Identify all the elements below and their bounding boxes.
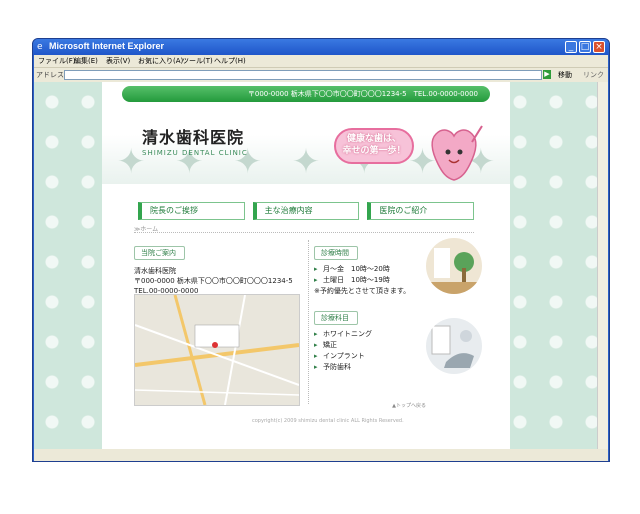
tooth-mascot-icon bbox=[431, 125, 483, 181]
arrow-icon: ▸ bbox=[314, 276, 318, 284]
nav-greeting[interactable]: 院長のご挨拶 bbox=[138, 202, 245, 220]
hours-list: ▸ 月～金 10時～20時 ▸ 土曜日 10時～19時 ※予約優先とさせて頂きます。 bbox=[314, 264, 424, 297]
menu-view[interactable]: 表示(V) bbox=[106, 56, 130, 66]
hours-section: 診療時間 ▸ 月～金 10時～20時 ▸ 土曜日 10時～19時 ※予約優先とさせて… bbox=[314, 240, 424, 373]
access-section: 当院ご案内 清水歯科医院 〒000-0000 栃木県下〇〇市〇〇町〇〇〇1234… bbox=[134, 240, 302, 296]
window-title: Microsoft Internet Explorer bbox=[49, 41, 165, 51]
treatment-room-photo bbox=[426, 318, 482, 374]
menu-bar: ファイル(F) 編集(E) 表示(V) お気に入り(A) ツール(T) ヘルプ(… bbox=[34, 55, 608, 67]
status-bar bbox=[34, 449, 608, 461]
reception-photo bbox=[426, 238, 482, 294]
arrow-icon: ▸ bbox=[314, 352, 318, 360]
service-item[interactable]: 矯正 bbox=[323, 340, 337, 351]
go-button[interactable]: 移動 bbox=[558, 70, 572, 80]
page-viewport: 〒000-0000 栃木県下〇〇市〇〇町〇〇〇1234-5 TEL.00-000… bbox=[34, 82, 608, 449]
nav-clinic-intro[interactable]: 医院のご紹介 bbox=[367, 202, 475, 220]
service-item[interactable]: インプラント bbox=[323, 351, 365, 362]
main-nav: 院長のご挨拶 主な治療内容 医院のご紹介 bbox=[138, 202, 475, 220]
access-info: 清水歯科医院 〒000-0000 栃木県下〇〇市〇〇町〇〇〇1234-5 TEL… bbox=[134, 266, 302, 296]
top-contact-bar: 〒000-0000 栃木県下〇〇市〇〇町〇〇〇1234-5 TEL.00-000… bbox=[122, 86, 490, 102]
hours-saturday: 土曜日 10時～19時 bbox=[323, 276, 390, 284]
links-button[interactable]: リンク bbox=[583, 70, 604, 80]
slogan-line-1: 健康な歯は、 bbox=[346, 134, 401, 144]
logo-english: SHIMIZU DENTAL CLINIC bbox=[142, 149, 248, 157]
copyright: copyright(c) 2009 shimizu dental clinic … bbox=[252, 418, 404, 424]
column-divider bbox=[308, 240, 309, 404]
arrow-icon: ▸ bbox=[314, 363, 318, 371]
slogan-bubble: 健康な歯は、 幸せの第一歩！ bbox=[334, 128, 414, 164]
maximize-button[interactable]: □ bbox=[579, 41, 591, 53]
arrow-icon: ▸ bbox=[314, 341, 318, 349]
close-button[interactable]: × bbox=[593, 41, 605, 53]
menu-favorites[interactable]: お気に入り(A) bbox=[138, 56, 183, 66]
address-bar: アドレス(D) ▶ 移動 リンク bbox=[34, 67, 608, 82]
logo-japanese: 清水歯科医院 bbox=[142, 128, 245, 147]
slogan-line-2: 幸せの第一歩！ bbox=[342, 146, 406, 156]
title-bar: e Microsoft Internet Explorer _ □ × bbox=[33, 39, 609, 55]
service-item[interactable]: 予防歯科 bbox=[323, 362, 351, 373]
breadcrumb-divider bbox=[134, 232, 474, 233]
top-address: 〒000-0000 栃木県下〇〇市〇〇町〇〇〇1234-5 TEL.00-000… bbox=[247, 90, 478, 98]
access-heading: 当院ご案内 bbox=[134, 246, 185, 260]
arrow-icon: ▸ bbox=[314, 265, 318, 273]
menu-help[interactable]: ヘルプ(H) bbox=[214, 56, 246, 66]
menu-tools[interactable]: ツール(T) bbox=[182, 56, 213, 66]
clinic-name: 清水歯科医院 bbox=[134, 267, 176, 275]
ie-icon: e bbox=[37, 42, 43, 52]
clinic-logo[interactable]: 清水歯科医院 SHIMIZU DENTAL CLINIC bbox=[142, 124, 248, 157]
services-heading: 診療科目 bbox=[314, 311, 358, 325]
services-list: ▸ ホワイトニング ▸ 矯正 ▸ インプラント ▸ 予防歯科 bbox=[314, 329, 424, 373]
go-arrow-icon[interactable]: ▶ bbox=[543, 70, 551, 79]
hours-heading: 診療時間 bbox=[314, 246, 358, 260]
back-to-top-link[interactable]: ▲トップへ戻る bbox=[392, 402, 426, 409]
minimize-button[interactable]: _ bbox=[565, 41, 577, 53]
site-page: 〒000-0000 栃木県下〇〇市〇〇町〇〇〇1234-5 TEL.00-000… bbox=[102, 82, 510, 449]
site-header: ✦ ✦ ✦ ✦ ✦ ✦ ✦ 清水歯科医院 SHIMIZU DENTAL CLIN… bbox=[102, 102, 510, 184]
service-item[interactable]: ホワイトニング bbox=[323, 329, 372, 340]
vertical-scrollbar[interactable] bbox=[597, 82, 608, 449]
menu-edit[interactable]: 編集(E) bbox=[74, 56, 98, 66]
hours-weekday: 月～金 10時～20時 bbox=[323, 265, 390, 273]
clinic-address: 〒000-0000 栃木県下〇〇市〇〇町〇〇〇1234-5 bbox=[134, 277, 293, 285]
arrow-icon: ▸ bbox=[314, 330, 318, 338]
address-input[interactable] bbox=[64, 70, 542, 80]
access-map[interactable] bbox=[134, 294, 300, 406]
hours-note: ※予約優先とさせて頂きます。 bbox=[314, 287, 411, 295]
sparkle-icon: ✦ bbox=[291, 142, 321, 182]
nav-treatments[interactable]: 主な治療内容 bbox=[252, 202, 360, 220]
browser-window: e Microsoft Internet Explorer _ □ × ファイル… bbox=[32, 38, 610, 462]
menu-file[interactable]: ファイル(F) bbox=[38, 56, 76, 66]
